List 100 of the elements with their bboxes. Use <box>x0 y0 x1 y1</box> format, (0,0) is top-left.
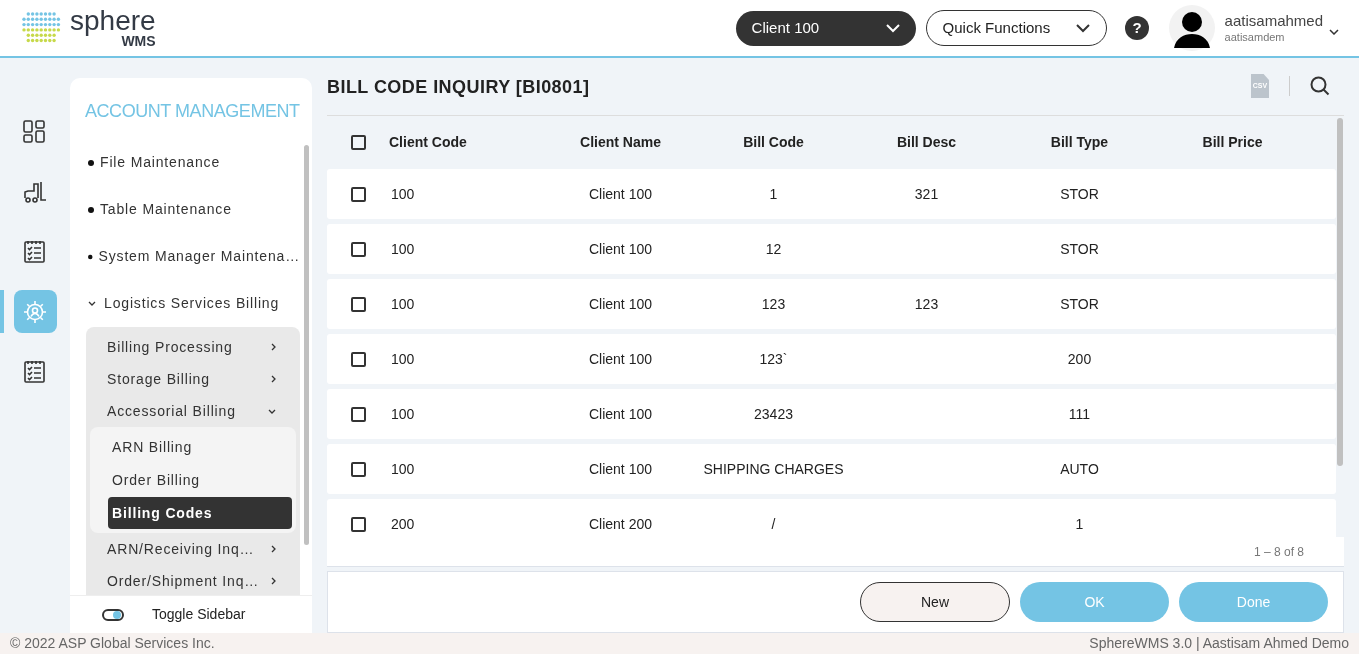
chevron-down-icon[interactable] <box>1329 29 1339 35</box>
table-cell: STOR <box>1060 185 1099 202</box>
column-header[interactable]: Bill Type <box>1003 131 1156 153</box>
table-cell: 23423 <box>754 405 793 422</box>
table-cell: 1 <box>1075 515 1084 532</box>
column-header[interactable]: Client Code <box>379 131 544 153</box>
table-cell: STOR <box>1060 240 1099 257</box>
table-cell: 100 <box>391 460 415 477</box>
dashboard-icon <box>23 119 47 144</box>
scrollbar-thumb[interactable] <box>304 145 309 545</box>
copyright-text: © 2022 ASP Global Services Inc. <box>10 634 215 653</box>
submenu-item[interactable]: Accessorial Billing <box>86 395 300 427</box>
table-cell: 100 <box>391 240 415 257</box>
sidebar-menu-item[interactable]: File Maintenance <box>100 152 221 173</box>
bullet-icon <box>88 253 93 260</box>
submenu-item[interactable]: Billing Codes <box>108 497 292 529</box>
table-cell: Client 200 <box>588 515 652 532</box>
chevron-right-icon <box>271 577 276 585</box>
table-cell: STOR <box>1060 295 1099 312</box>
page-title: BILL CODE INQUIRY [BI0801] <box>327 76 590 99</box>
table-cell: 200 <box>1067 350 1092 367</box>
quick-functions-dropdown[interactable]: Quick Functions <box>925 10 1107 46</box>
table-cell: AUTO <box>1060 460 1099 477</box>
table-cell: Client 100 <box>588 185 652 202</box>
row-checkbox[interactable] <box>351 296 366 312</box>
column-header[interactable]: Bill Desc <box>850 131 1003 153</box>
pagination-text: 1 – 8 of 8 <box>1253 543 1304 561</box>
table-row[interactable]: 100 Client 100 123` 200 <box>327 334 1336 384</box>
submenu-item[interactable]: ARN/Receiving Inq… <box>86 533 300 565</box>
table-cell: 321 <box>914 185 939 202</box>
action-button[interactable]: New <box>860 582 1010 622</box>
chevron-right-icon <box>271 545 276 553</box>
checklist-icon <box>23 239 47 264</box>
toggle-switch[interactable] <box>102 608 124 621</box>
chevron-right-icon <box>271 343 276 351</box>
table-cell: SHIPPING CHARGES <box>703 460 844 477</box>
user-login: aatisamdem <box>1224 30 1286 45</box>
table-cell: Client 100 <box>588 240 652 257</box>
table-cell: 123` <box>759 350 788 367</box>
select-all-checkbox[interactable] <box>351 134 366 150</box>
version-text: SphereWMS 3.0 | Aastisam Ahmed Demo <box>1089 634 1349 653</box>
table-cell: 100 <box>391 185 415 202</box>
row-checkbox[interactable] <box>351 241 366 257</box>
column-header[interactable]: Client Name <box>544 131 697 153</box>
table-row[interactable]: 100 Client 100 SHIPPING CHARGES AUTO <box>327 444 1336 494</box>
table-cell: Client 100 <box>588 350 652 367</box>
logo-text: sphere <box>70 8 156 34</box>
table-cell: Client 100 <box>588 460 652 477</box>
chevron-right-icon <box>271 375 276 383</box>
table-cell: 1 <box>769 185 778 202</box>
avatar-icon[interactable] <box>1168 5 1215 51</box>
submenu-item[interactable]: Billing Processing <box>86 331 300 363</box>
table-row[interactable]: 200 Client 200 / 1 <box>327 499 1336 537</box>
scrollbar-thumb[interactable] <box>1337 118 1343 466</box>
submenu-item[interactable]: Storage Billing <box>86 363 300 395</box>
search-icon[interactable] <box>1310 76 1330 96</box>
logo-subtext: WMS <box>121 34 156 48</box>
sidebar-menu-item[interactable]: Logistics Services Billing <box>88 293 280 314</box>
help-icon[interactable]: ? <box>1124 16 1149 40</box>
table-cell: 200 <box>391 515 415 532</box>
row-checkbox[interactable] <box>351 516 366 532</box>
table-cell: 100 <box>391 295 415 312</box>
table-cell: Client 100 <box>588 295 652 312</box>
chevron-down-icon <box>268 408 276 414</box>
submenu-item[interactable]: ARN Billing <box>108 431 292 463</box>
bullet-icon <box>88 206 94 213</box>
row-checkbox[interactable] <box>351 351 366 367</box>
sidebar-title: ACCOUNT MANAGEMENT <box>84 100 301 123</box>
sidebar-menu-item[interactable]: Table Maintenance <box>100 199 232 220</box>
table-cell: 100 <box>391 350 415 367</box>
table-cell: 111 <box>1068 405 1091 422</box>
row-checkbox[interactable] <box>351 186 366 202</box>
table-row[interactable]: 100 Client 100 123 123 STOR <box>327 279 1336 329</box>
row-checkbox[interactable] <box>351 461 366 477</box>
table-row[interactable]: 100 Client 100 1 321 STOR <box>327 169 1336 219</box>
column-header[interactable]: Bill Price <box>1156 131 1309 153</box>
bullet-icon <box>88 159 94 166</box>
table-cell: 123 <box>914 295 939 312</box>
sidebar-menu-item[interactable]: System Manager Maintena… <box>98 246 300 267</box>
table-row[interactable]: 100 Client 100 12 STOR <box>327 224 1336 274</box>
table-cell: / <box>771 515 776 532</box>
chevron-down-icon <box>88 301 96 306</box>
table-cell: 12 <box>765 240 782 257</box>
row-checkbox[interactable] <box>351 406 366 422</box>
submenu-item[interactable]: Order/Shipment Inq… <box>86 565 300 595</box>
chevron-down-icon <box>1075 23 1090 33</box>
table-row[interactable]: 100 Client 100 23423 111 <box>327 389 1336 439</box>
checklist-icon <box>23 359 47 384</box>
table-cell: Client 100 <box>588 405 652 422</box>
forklift-icon <box>23 179 47 204</box>
chevron-down-icon <box>885 23 900 33</box>
column-header[interactable]: Bill Code <box>697 131 850 153</box>
gear-icon <box>23 299 47 324</box>
submenu-item[interactable]: Order Billing <box>108 464 292 496</box>
toggle-label: Toggle Sidebar <box>152 605 246 624</box>
active-indicator <box>0 290 4 333</box>
client-select[interactable]: Client 100 <box>735 10 916 46</box>
table-cell: 100 <box>391 405 415 422</box>
table-cell: 123 <box>761 295 786 312</box>
user-name: aatisamahmed <box>1224 11 1323 31</box>
